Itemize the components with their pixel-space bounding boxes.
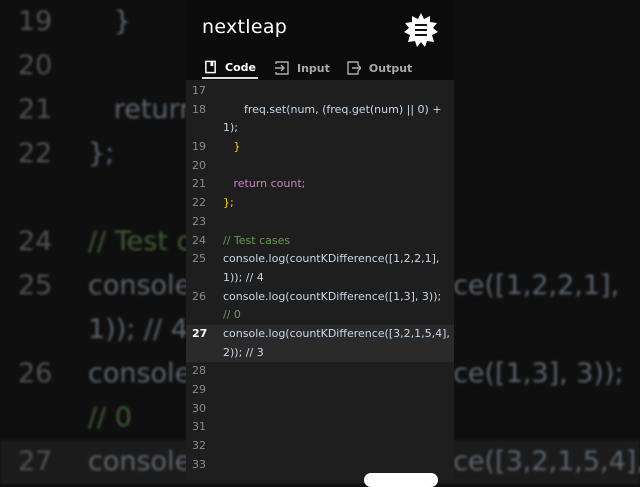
line-number: 17 xyxy=(192,84,206,97)
output-arrow-icon xyxy=(347,61,361,75)
menu-badge-icon[interactable] xyxy=(404,13,438,47)
line-number: 30 xyxy=(192,401,206,415)
code-line: 32 xyxy=(186,437,454,456)
code-text: console.log(countKDifference([3,2,1,5,4]… xyxy=(223,326,450,340)
code-line: 22}; xyxy=(186,194,454,213)
code-line: 1)); // 4 xyxy=(186,269,454,288)
line-number: 29 xyxy=(192,383,206,396)
line-number: 22 xyxy=(18,138,53,169)
code-line: 24 // Test cases xyxy=(186,232,454,251)
notebook-icon xyxy=(205,60,216,74)
line-number: 19 xyxy=(192,140,206,154)
code-line: 2)); // 3 xyxy=(186,343,454,363)
line-number: 27 xyxy=(18,446,53,477)
line-number: 26 xyxy=(18,358,53,389)
line-number: 33 xyxy=(192,457,206,471)
header: nextleap Code Input Output xyxy=(186,0,454,80)
line-number: 20 xyxy=(18,50,53,81)
code-line: 21 return count; xyxy=(186,175,454,194)
code-text: }; xyxy=(88,138,115,169)
code-line: 31 xyxy=(186,418,454,437)
code-line: 30 xyxy=(186,400,454,419)
code-line: 23 xyxy=(186,213,454,232)
input-arrow-icon xyxy=(275,61,289,75)
code-editor[interactable]: 17 18 freq.set(num, (freq.get(num) || 0) … xyxy=(186,80,454,480)
code-line: 33 xyxy=(186,456,454,475)
code-text: console.log(countKDifference([1,3], 3)); xyxy=(223,289,442,303)
line-number: 31 xyxy=(192,420,206,434)
code-line: 1); xyxy=(186,119,454,138)
code-line: 17 xyxy=(186,82,454,101)
code-text: 1)); // 4 xyxy=(223,270,264,284)
code-text: return count; xyxy=(223,177,306,191)
code-text: } xyxy=(88,6,131,37)
code-text: console.log(countKDifference([1,2,2,1], xyxy=(223,252,440,266)
code-line: 19 } xyxy=(186,138,454,157)
code-text: // 0 xyxy=(88,402,132,433)
line-number: 25 xyxy=(18,270,53,301)
code-text: }; xyxy=(223,196,234,210)
line-number: 25 xyxy=(192,252,206,266)
code-text: } xyxy=(223,140,241,154)
line-number: 20 xyxy=(192,158,206,172)
tab-label: Code xyxy=(225,60,256,74)
line-number: 24 xyxy=(18,226,53,257)
tab-label: Input xyxy=(297,61,330,75)
tab-label: Output xyxy=(368,61,413,75)
tab-output[interactable]: Output xyxy=(330,57,412,79)
code-text: // 0 xyxy=(223,308,241,322)
tab-input[interactable]: Input xyxy=(258,57,330,79)
line-number: 23 xyxy=(192,214,206,228)
line-number: 28 xyxy=(192,364,206,378)
code-line: 25 console.log(countKDifference([1,2,2,1]… xyxy=(186,250,454,269)
line-number: 32 xyxy=(192,439,206,453)
code-line: 18 freq.set(num, (freq.get(num) || 0) + xyxy=(186,101,454,120)
line-number: 22 xyxy=(192,196,206,210)
code-text: 2)); // 3 xyxy=(223,345,264,359)
tab-bar: Code Input Output xyxy=(186,57,454,79)
code-line: 27 console.log(countKDifference([3,2,1,5,… xyxy=(186,324,454,344)
line-number: 18 xyxy=(192,102,206,116)
phone-panel: nextleap Code Input Output 17 18 freq.set… xyxy=(186,0,454,480)
tab-code[interactable]: Code xyxy=(202,57,258,79)
code-line: 26 console.log(countKDifference([1,3], 3)… xyxy=(186,288,454,307)
line-number: 19 xyxy=(18,6,53,37)
code-text: 1)); // 4 xyxy=(88,314,188,345)
line-number: 24 xyxy=(192,233,206,247)
line-number: 21 xyxy=(192,177,206,191)
code-line: 28 xyxy=(186,362,454,381)
code-line: // 0 xyxy=(186,306,454,325)
logo: nextleap xyxy=(202,16,288,38)
code-line: 29 xyxy=(186,381,454,400)
code-line: 20 xyxy=(186,157,454,176)
code-text: 1); xyxy=(223,121,238,135)
line-number: 27 xyxy=(192,326,208,340)
code-text: // Test cases xyxy=(223,233,291,247)
home-indicator xyxy=(364,473,438,487)
line-number: 21 xyxy=(18,94,53,125)
code-text: freq.set(num, (freq.get(num) || 0) + xyxy=(223,102,442,116)
line-number: 26 xyxy=(192,289,206,303)
